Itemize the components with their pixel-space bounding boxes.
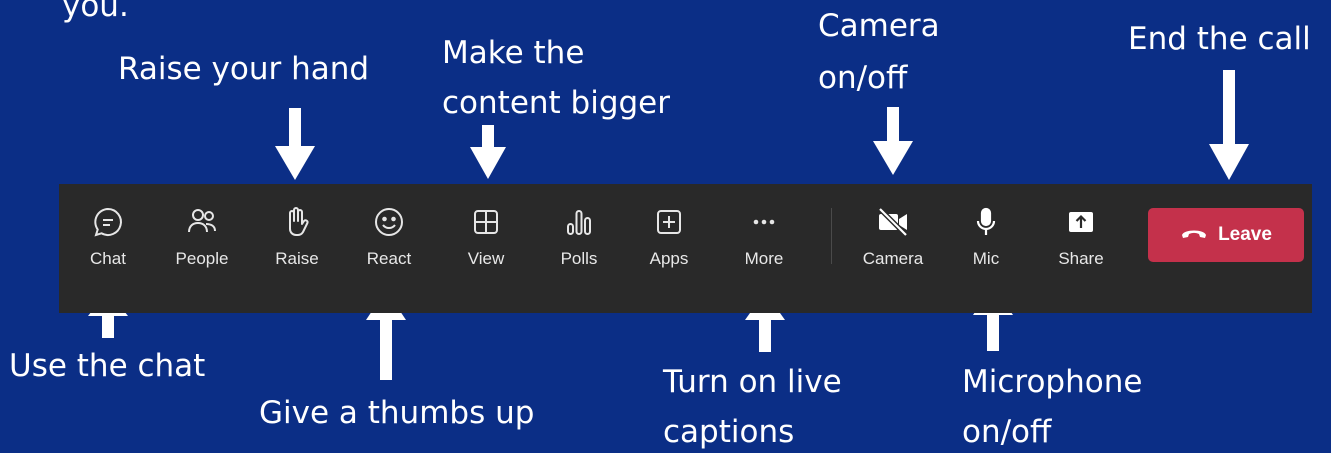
- mic-icon: [966, 202, 1006, 242]
- grid-icon: [466, 202, 506, 242]
- share-button-label: Share: [1058, 249, 1104, 268]
- mic-button[interactable]: Mic: [947, 184, 1025, 313]
- leave-button[interactable]: Leave: [1148, 208, 1304, 262]
- microphone-annotation-line2: on/off: [962, 414, 1052, 450]
- share-button[interactable]: Share: [1042, 184, 1120, 313]
- captions-annotation-line2: captions: [663, 414, 795, 450]
- more-button[interactable]: More: [725, 184, 803, 313]
- phone-hangup-icon: [1180, 224, 1208, 246]
- camera-off-icon: [873, 202, 913, 242]
- camera-annotation-line2: on/off: [818, 60, 908, 96]
- react-button[interactable]: React: [350, 184, 428, 313]
- people-icon: [182, 202, 222, 242]
- captions-annotation-line1: Turn on live: [663, 364, 842, 400]
- smiley-icon: [369, 202, 409, 242]
- arrow-down-camera: [873, 107, 913, 175]
- hand-icon: [277, 202, 317, 242]
- microphone-annotation-line1: Microphone: [962, 364, 1143, 400]
- arrow-down-leave: [1209, 70, 1249, 180]
- view-button-label: View: [467, 249, 505, 268]
- raise-hand-annotation: Raise your hand: [118, 51, 370, 87]
- react-button-label: React: [366, 249, 412, 268]
- chat-button-label: Chat: [90, 249, 126, 268]
- toolbar-divider: [831, 208, 832, 264]
- plus-box-icon: [649, 202, 689, 242]
- chat-button[interactable]: Chat: [69, 184, 147, 313]
- chat-icon: [88, 202, 128, 242]
- share-icon: [1061, 202, 1101, 242]
- arrow-down-raise: [275, 108, 315, 180]
- camera-button-label: Camera: [862, 249, 924, 268]
- apps-button-label: Apps: [649, 249, 689, 268]
- apps-button[interactable]: Apps: [630, 184, 708, 313]
- partial-top-text: you.: [62, 0, 129, 24]
- people-button[interactable]: People: [163, 184, 241, 313]
- use-chat-annotation: Use the chat: [9, 348, 206, 384]
- people-button-label: People: [175, 249, 229, 268]
- meeting-toolbar: Chat People Raise React View Polls Apps …: [59, 184, 1312, 313]
- polls-button-label: Polls: [560, 249, 598, 268]
- leave-button-label: Leave: [1218, 224, 1272, 245]
- mic-button-label: Mic: [972, 249, 1000, 268]
- polls-icon: [559, 202, 599, 242]
- make-bigger-annotation-line2: content bigger: [442, 85, 671, 121]
- view-button[interactable]: View: [447, 184, 525, 313]
- more-button-label: More: [744, 249, 784, 268]
- ellipsis-icon: [744, 202, 784, 242]
- thumbs-up-annotation: Give a thumbs up: [259, 395, 535, 431]
- raise-button-label: Raise: [275, 249, 319, 268]
- raise-button[interactable]: Raise: [258, 184, 336, 313]
- end-call-annotation: End the call: [1128, 21, 1311, 57]
- camera-button[interactable]: Camera: [854, 184, 932, 313]
- make-bigger-annotation-line1: Make the: [442, 35, 585, 71]
- camera-annotation-line1: Camera: [818, 8, 940, 44]
- arrow-down-view: [470, 125, 506, 179]
- polls-button[interactable]: Polls: [540, 184, 618, 313]
